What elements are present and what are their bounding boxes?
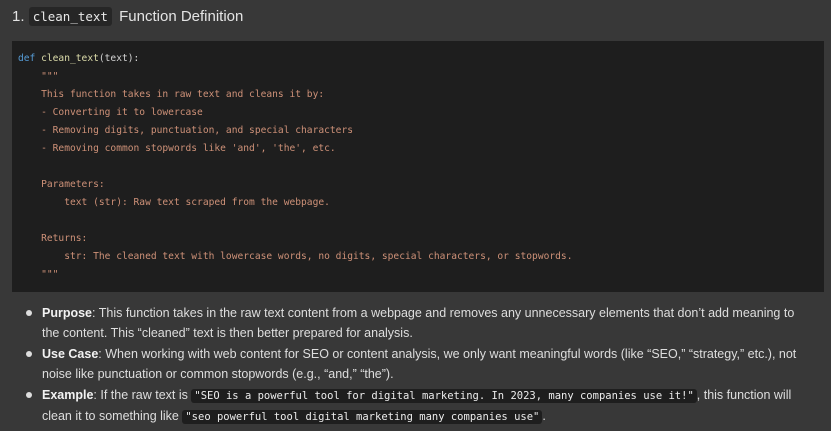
- bullet-label: Use Case: [42, 347, 99, 361]
- function-name: clean_text: [41, 53, 99, 64]
- code-block: def clean_text(text): """ This function …: [12, 41, 824, 292]
- heading-number: 1.: [12, 8, 25, 25]
- bullet-text: : If the raw text is: [93, 388, 192, 402]
- docstring-line: """: [18, 71, 59, 82]
- code-line-def: def clean_text(text):: [18, 50, 824, 68]
- bullet-dot: [26, 310, 32, 316]
- docstring-line: str: The cleaned text with lowercase wor…: [18, 251, 573, 262]
- bullet-text: .: [542, 409, 546, 423]
- section-heading: 1. clean_text Function Definition: [12, 7, 243, 27]
- docstring-line: Parameters:: [18, 179, 105, 190]
- docstring-line: """: [18, 269, 59, 280]
- cleaned-text-code: "seo powerful tool digital marketing man…: [182, 410, 543, 424]
- bullet-use-case: Use Case: When working with web content …: [25, 344, 815, 384]
- bullet-dot: [26, 392, 32, 398]
- docstring-line: [18, 158, 824, 176]
- docstring-line: [18, 212, 824, 230]
- bullet-label: Example: [42, 388, 94, 402]
- raw-text-code: "SEO is a powerful tool for digital mark…: [191, 389, 697, 403]
- function-signature: (text):: [98, 53, 140, 64]
- docstring-line: text (str): Raw text scraped from the we…: [18, 197, 330, 208]
- docstring-line: This function takes in raw text and clea…: [18, 89, 325, 100]
- bullet-list: Purpose: This function takes in the raw …: [25, 303, 815, 428]
- docstring-line: - Removing digits, punctuation, and spec…: [18, 125, 354, 136]
- bullet-label: Purpose: [42, 306, 93, 320]
- docstring-line: - Removing common stopwords like 'and', …: [18, 143, 336, 154]
- docstring-line: - Converting it to lowercase: [18, 107, 203, 118]
- heading-title: Function Definition: [119, 8, 244, 25]
- bullet-purpose: Purpose: This function takes in the raw …: [25, 303, 815, 343]
- heading-function-code: clean_text: [28, 7, 112, 26]
- bullet-text: : When working with web content for SEO …: [42, 347, 797, 381]
- bullet-example: Example: If the raw text is "SEO is a po…: [25, 385, 815, 427]
- bullet-dot: [26, 351, 32, 357]
- docstring-line: Returns:: [18, 233, 88, 244]
- def-keyword: def: [18, 53, 36, 64]
- bullet-text: : This function takes in the raw text co…: [42, 306, 795, 340]
